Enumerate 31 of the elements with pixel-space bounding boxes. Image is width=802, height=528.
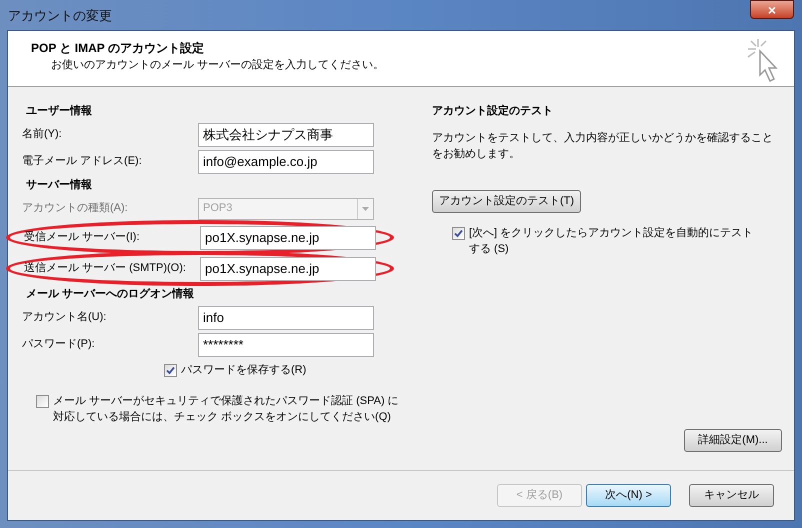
checkbox-label: メール サーバーがセキュリティで保護されたパスワード認証 (SPA) に対応している場合には、チェック ボックスをオンにしてください(Q) <box>53 394 400 424</box>
checkbox[interactable] <box>164 364 177 377</box>
field-label: 電子メール アドレス(E): <box>21 154 143 170</box>
checkbox-label: パスワードを保存する(R) <box>181 363 306 378</box>
text-field[interactable]: ******** <box>198 332 374 356</box>
text-field[interactable]: po1X.synapse.ne.jp <box>200 226 376 250</box>
field-label: 送信メール サーバー (SMTP)(O): <box>23 261 187 276</box>
test-description: アカウントをテストして、入力内容が正しいかどうかを確認することをお勧めします。 <box>432 130 774 162</box>
window-title: アカウントの変更 <box>8 7 112 25</box>
advanced-settings-button[interactable]: 詳細設定(M)... <box>684 429 782 452</box>
dialog-button[interactable]: 次へ(N) > <box>586 484 671 507</box>
field-label: パスワード(P): <box>21 337 96 352</box>
checkbox-label: [次へ] をクリックしたらアカウント設定を自動的にテストする (S) <box>469 226 754 256</box>
header-title: POP と IMAP のアカウント設定 <box>31 40 205 57</box>
text-field[interactable]: info <box>198 306 374 330</box>
text-field[interactable]: 株式会社シナプス商事 <box>198 122 374 146</box>
checkbox[interactable] <box>36 394 49 408</box>
section-heading: サーバー情報 <box>25 178 93 193</box>
section-heading: メール サーバーへのログオン情報 <box>25 286 196 302</box>
test-account-button[interactable]: アカウント設定のテスト(T) <box>432 190 582 212</box>
checkbox[interactable] <box>452 226 465 240</box>
header-subtitle: お使いのアカウントのメール サーバーの設定を入力してください。 <box>50 58 384 73</box>
text-field[interactable]: po1X.synapse.ne.jp <box>200 256 376 280</box>
field-label: 名前(Y): <box>21 127 63 142</box>
text-field[interactable]: info@example.co.jp <box>198 150 374 174</box>
section-heading: アカウント設定のテスト <box>432 104 554 119</box>
dialog-button[interactable]: キャンセル <box>689 484 774 507</box>
section-heading: ユーザー情報 <box>25 104 93 119</box>
field-label: アカウントの種類(A): <box>21 201 129 216</box>
field-label: 受信メール サーバー(I): <box>23 230 140 246</box>
field-label: アカウント名(U): <box>21 310 108 326</box>
